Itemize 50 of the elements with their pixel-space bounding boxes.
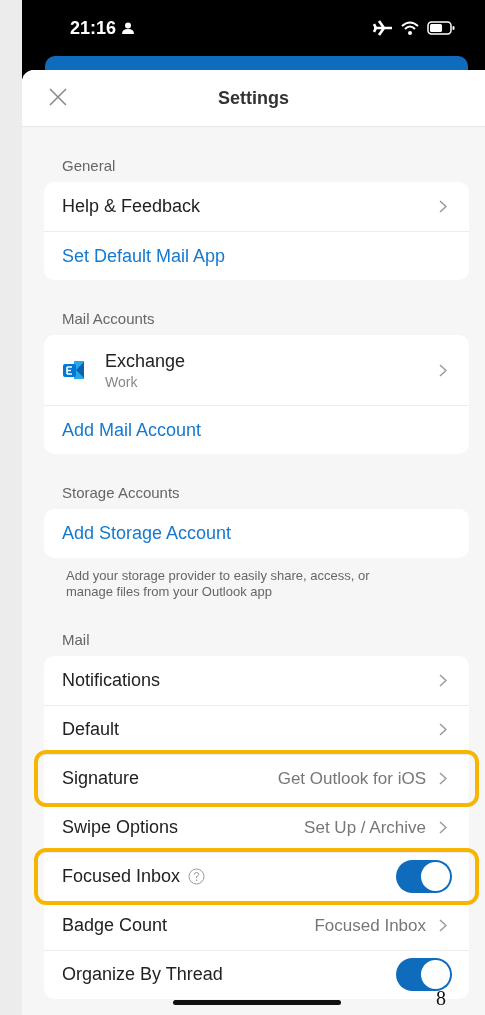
- settings-row[interactable]: Set Default Mail App: [44, 231, 469, 280]
- row-label: Focused Inbox: [62, 866, 181, 887]
- row-label: Signature: [62, 768, 140, 789]
- row-label: Add Storage Account: [62, 523, 232, 544]
- settings-row[interactable]: Default: [44, 704, 469, 754]
- settings-row[interactable]: Badge Count Focused Inbox: [44, 900, 469, 950]
- row-label: Organize By Thread: [62, 964, 223, 985]
- row-value: Get Outlook for iOS: [277, 768, 426, 789]
- settings-row[interactable]: Add Mail Account: [44, 405, 469, 454]
- row-label: Set Default Mail App: [62, 245, 226, 267]
- chevron-icon: [439, 772, 447, 785]
- row-value: Set Up / Archive: [304, 817, 426, 838]
- section-title: Storage Accounts: [61, 483, 181, 503]
- close-button[interactable]: [48, 87, 68, 107]
- section-title: Mail: [61, 629, 91, 650]
- row-label: Help & Feedback: [62, 196, 201, 217]
- toggle-switch[interactable]: [396, 958, 452, 991]
- row-label: Default: [62, 719, 120, 740]
- battery-icon: [427, 21, 455, 35]
- wifi-icon: [401, 21, 419, 35]
- settings-row[interactable]: Add Storage Account: [44, 509, 469, 558]
- row-label: Notifications: [62, 669, 161, 691]
- chevron-icon: [439, 673, 447, 687]
- chevron-icon: [439, 200, 447, 213]
- status-time: 21:16: [70, 17, 117, 39]
- chevron-icon: [439, 821, 447, 834]
- sheet-title: Settings: [218, 87, 289, 109]
- row-label: Badge Count: [62, 915, 168, 936]
- section-footnote: Add your storage provider to easily share, access, or manage files from your Outlook app: [65, 567, 371, 601]
- chevron-icon: [439, 723, 447, 736]
- section-title: Mail Accounts: [61, 309, 156, 329]
- settings-row[interactable]: Focused Inbox: [38, 851, 475, 901]
- settings-row[interactable]: Exchange Work: [44, 335, 469, 405]
- settings-row[interactable]: Signature Get Outlook for iOS: [38, 753, 475, 803]
- settings-row[interactable]: Help & Feedback: [44, 182, 469, 231]
- settings-row[interactable]: Swipe Options Set Up / Archive: [44, 802, 469, 852]
- chevron-icon: [439, 363, 447, 377]
- section-title: General: [61, 156, 117, 176]
- account-name: Exchange: [105, 350, 186, 372]
- account-type: Work: [105, 373, 139, 390]
- settings-row[interactable]: Notifications: [44, 655, 469, 705]
- toggle-switch[interactable]: [396, 860, 452, 893]
- exchange-icon: [62, 359, 86, 381]
- person-icon: [122, 22, 135, 34]
- close-icon: [49, 88, 67, 106]
- chevron-icon: [439, 919, 447, 932]
- airplane-icon: [373, 20, 393, 36]
- row-label: Add Mail Account: [62, 419, 202, 441]
- row-label: Swipe Options: [62, 817, 179, 838]
- row-value: Focused Inbox: [314, 915, 426, 936]
